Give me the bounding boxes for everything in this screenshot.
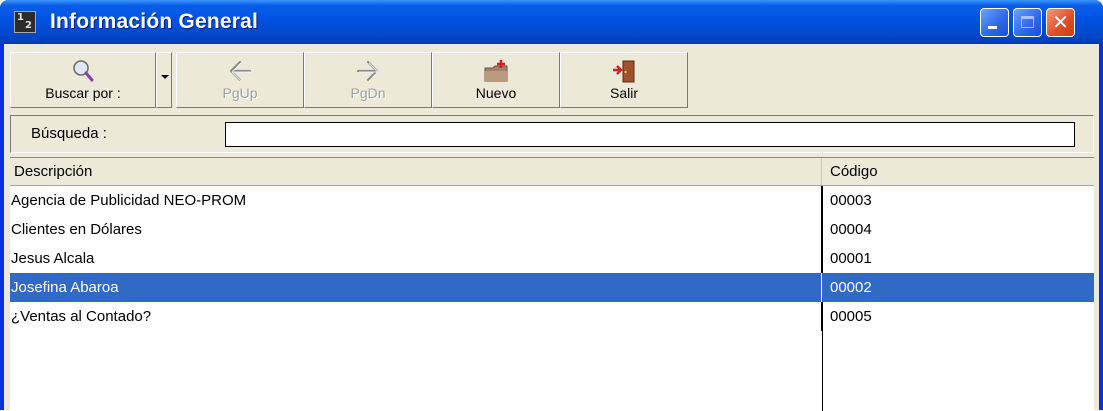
title-bar[interactable]: 12 Información General ✕ <box>0 0 1103 44</box>
pgdn-label: PgDn <box>350 85 386 101</box>
nuevo-button[interactable]: Nuevo <box>432 52 560 108</box>
pgdn-button[interactable]: PgDn <box>304 52 432 108</box>
search-label: Búsqueda : <box>31 125 107 142</box>
exit-door-icon <box>613 60 635 83</box>
cell-descripcion: Jesus Alcala <box>10 244 822 273</box>
window-client-area: Buscar por : PgUp PgDn Nuevo Salir Búsqu… <box>4 44 1099 411</box>
toolbar: Buscar por : PgUp PgDn Nuevo Salir <box>10 48 690 111</box>
new-folder-icon <box>484 60 508 82</box>
cell-descripcion: ¿Ventas al Contado? <box>10 302 822 331</box>
search-row: Búsqueda : <box>10 115 1094 153</box>
buscar-dropdown-arrow[interactable] <box>156 52 172 108</box>
search-input[interactable] <box>225 122 1075 147</box>
table-row[interactable]: Agencia de Publicidad NEO-PROM 00003 <box>10 186 1094 215</box>
cell-codigo: 00002 <box>830 279 872 296</box>
cell-descripcion: Clientes en Dólares <box>10 215 822 244</box>
cell-codigo: 00003 <box>830 192 872 209</box>
minimize-button[interactable] <box>980 8 1009 37</box>
column-header-descripcion[interactable]: Descripción <box>10 158 822 185</box>
cell-codigo: 00005 <box>830 308 872 325</box>
buscar-por-label: Buscar por : <box>45 85 121 101</box>
close-button[interactable]: ✕ <box>1046 8 1075 37</box>
cell-codigo: 00004 <box>830 221 872 238</box>
data-grid[interactable]: Descripción Código Agencia de Publicidad… <box>10 157 1094 411</box>
salir-label: Salir <box>609 85 638 101</box>
pgup-label: PgUp <box>222 85 258 101</box>
table-row-selected[interactable]: Josefina Abaroa 00002 <box>10 273 1094 302</box>
app-icon[interactable]: 12 <box>14 11 36 33</box>
maximize-button[interactable] <box>1013 8 1042 37</box>
buscar-por-button[interactable]: Buscar por : <box>10 52 156 108</box>
column-header-codigo[interactable]: Código <box>822 158 1094 185</box>
magnifier-icon <box>73 60 94 82</box>
grid-header: Descripción Código <box>10 158 1094 186</box>
pgup-button[interactable]: PgUp <box>176 52 304 108</box>
salir-button[interactable]: Salir <box>560 52 688 108</box>
table-row[interactable]: ¿Ventas al Contado? 00005 <box>10 302 1094 331</box>
arrow-left-icon <box>229 60 252 82</box>
close-icon: ✕ <box>1052 10 1069 34</box>
table-row[interactable]: Clientes en Dólares 00004 <box>10 215 1094 244</box>
window-title: Información General <box>50 10 259 33</box>
cell-codigo: 00001 <box>830 250 872 267</box>
main-window: 12 Información General ✕ Buscar por : Pg… <box>0 0 1103 411</box>
nuevo-label: Nuevo <box>475 85 517 101</box>
arrow-right-icon <box>356 60 379 82</box>
cell-descripcion: Agencia de Publicidad NEO-PROM <box>10 186 822 215</box>
cell-descripcion: Josefina Abaroa <box>10 273 822 302</box>
table-row[interactable]: Jesus Alcala 00001 <box>10 244 1094 273</box>
